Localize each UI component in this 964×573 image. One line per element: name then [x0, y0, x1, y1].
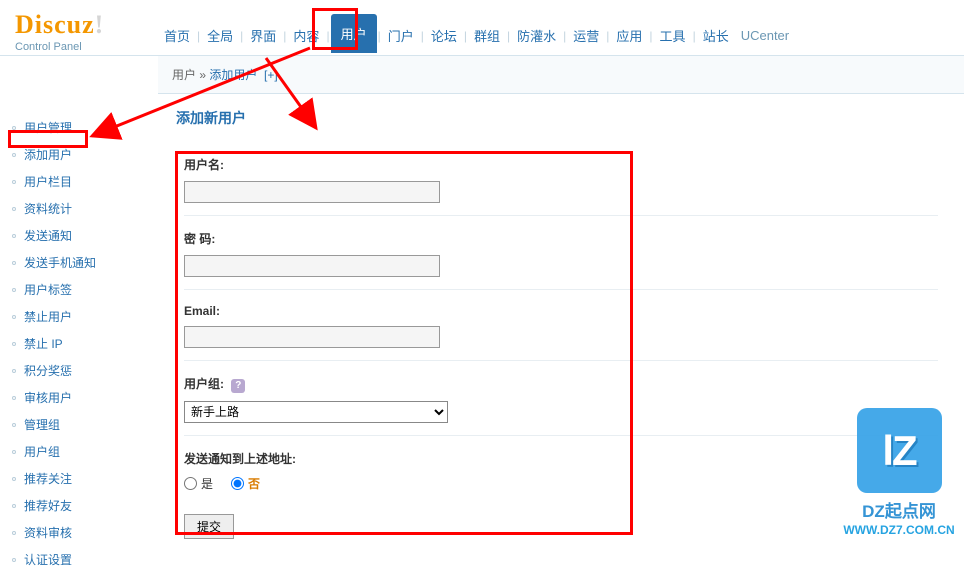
sidebar: 用户管理添加用户用户栏目资料统计发送通知发送手机通知用户标签禁止用户禁止 IP 积… — [0, 94, 158, 573]
email-label: Email: — [184, 304, 938, 318]
bullet-icon — [12, 558, 16, 562]
sidebar-item-管理组[interactable]: 管理组 — [0, 411, 158, 438]
divider — [184, 215, 938, 216]
logo-punct: ! — [95, 10, 105, 39]
top-nav-站长[interactable]: 站长 — [697, 20, 735, 51]
bullet-icon — [12, 369, 16, 373]
bullet-icon — [12, 477, 16, 481]
bullet-icon — [12, 288, 16, 292]
sidebar-item-label: 管理组 — [24, 416, 60, 433]
sidebar-item-推荐好友[interactable]: 推荐好友 — [0, 492, 158, 519]
bullet-icon — [12, 423, 16, 427]
sidebar-item-发送通知[interactable]: 发送通知 — [0, 222, 158, 249]
submit-button[interactable]: 提交 — [184, 514, 234, 539]
sidebar-item-label: 资料审核 — [24, 524, 72, 541]
sidebar-item-label: 资料统计 — [24, 200, 72, 217]
bullet-icon — [12, 234, 16, 238]
sidebar-item-label: 添加用户 — [24, 146, 72, 163]
sidebar-item-label: 审核用户 — [24, 389, 72, 406]
bullet-icon — [12, 261, 16, 265]
notify-yes-radio[interactable] — [184, 477, 197, 490]
sidebar-item-label: 用户栏目 — [24, 173, 72, 190]
bullet-icon — [12, 207, 16, 211]
top-nav-用户[interactable]: 用户 — [331, 14, 377, 53]
sidebar-item-label: 禁止 IP — [24, 335, 63, 352]
logo-subtitle: Control Panel — [15, 41, 104, 53]
top-nav-ucenter[interactable]: UCenter — [741, 28, 789, 43]
sidebar-item-禁止用户[interactable]: 禁止用户 — [0, 303, 158, 330]
sidebar-item-label: 推荐关注 — [24, 470, 72, 487]
bullet-icon — [12, 315, 16, 319]
sidebar-item-推荐关注[interactable]: 推荐关注 — [0, 465, 158, 492]
sidebar-item-认证设置[interactable]: 认证设置 — [0, 546, 158, 573]
sidebar-item-资料统计[interactable]: 资料统计 — [0, 195, 158, 222]
watermark-logo: lZ — [882, 427, 915, 475]
notify-label: 发送通知到上述地址: — [184, 450, 938, 467]
logo-text: Discuz — [15, 10, 95, 39]
email-input[interactable] — [184, 326, 440, 348]
sidebar-item-label: 用户管理 — [24, 119, 72, 136]
divider — [184, 360, 938, 361]
notify-yes-option[interactable]: 是 — [184, 475, 213, 492]
bullet-icon — [12, 342, 16, 346]
top-nav-全局[interactable]: 全局 — [201, 20, 239, 51]
breadcrumb: 用户 » 添加用户 [+] — [158, 56, 964, 94]
help-icon[interactable]: ? — [231, 379, 245, 393]
notify-no-radio[interactable] — [231, 477, 244, 490]
watermark-url: WWW.DZ7.COM.CN — [843, 523, 954, 537]
usergroup-select[interactable]: 新手上路 — [184, 401, 448, 423]
sidebar-item-label: 推荐好友 — [24, 497, 72, 514]
sidebar-item-资料审核[interactable]: 资料审核 — [0, 519, 158, 546]
top-nav-防灌水[interactable]: 防灌水 — [511, 20, 562, 51]
section-title: 添加新用户 — [172, 108, 950, 128]
bullet-icon — [12, 504, 16, 508]
bullet-icon — [12, 180, 16, 184]
username-input[interactable] — [184, 181, 440, 203]
bullet-icon — [12, 396, 16, 400]
sidebar-item-label: 用户标签 — [24, 281, 72, 298]
notify-no-option[interactable]: 否 — [231, 475, 260, 492]
sidebar-item-审核用户[interactable]: 审核用户 — [0, 384, 158, 411]
logo: Discuz! Control Panel — [15, 10, 104, 53]
sidebar-item-label: 积分奖惩 — [24, 362, 72, 379]
sidebar-item-label: 认证设置 — [24, 551, 72, 568]
breadcrumb-current[interactable]: 添加用户 — [209, 68, 257, 82]
top-nav-内容[interactable]: 内容 — [287, 20, 325, 51]
top-nav-应用[interactable]: 应用 — [610, 20, 648, 51]
sidebar-item-label: 发送通知 — [24, 227, 72, 244]
sidebar-item-label: 用户组 — [24, 443, 60, 460]
sidebar-item-label: 发送手机通知 — [24, 254, 96, 271]
sidebar-item-用户标签[interactable]: 用户标签 — [0, 276, 158, 303]
breadcrumb-expand[interactable]: [+] — [264, 68, 278, 82]
username-label: 用户名: — [184, 156, 938, 173]
sidebar-item-积分奖惩[interactable]: 积分奖惩 — [0, 357, 158, 384]
breadcrumb-root[interactable]: 用户 — [172, 68, 196, 82]
divider — [184, 289, 938, 290]
top-nav-运营[interactable]: 运营 — [567, 20, 605, 51]
sidebar-item-用户栏目[interactable]: 用户栏目 — [0, 168, 158, 195]
top-nav-工具[interactable]: 工具 — [654, 20, 692, 51]
bullet-icon — [12, 531, 16, 535]
top-nav-门户[interactable]: 门户 — [382, 20, 420, 51]
watermark-text: DZ起点网 — [862, 497, 936, 522]
top-nav-论坛[interactable]: 论坛 — [425, 20, 463, 51]
watermark: lZ DZ起点网 WWW.DZ7.COM.CN — [834, 397, 964, 537]
top-nav-首页[interactable]: 首页 — [158, 20, 196, 51]
sidebar-item-label: 禁止用户 — [24, 308, 72, 325]
divider — [184, 435, 938, 436]
sidebar-item-添加用户[interactable]: 添加用户 — [0, 141, 158, 168]
bullet-icon — [12, 153, 16, 157]
bullet-icon — [12, 450, 16, 454]
sidebar-item-用户组[interactable]: 用户组 — [0, 438, 158, 465]
top-nav-界面[interactable]: 界面 — [244, 20, 282, 51]
top-nav-群组[interactable]: 群组 — [468, 20, 506, 51]
password-label: 密 码: — [184, 230, 938, 247]
usergroup-label: 用户组: ? — [184, 375, 938, 393]
top-nav: 首页|全局|界面|内容|用户|门户|论坛|群组|防灌水|运营|应用|工具|站长U… — [158, 18, 789, 53]
sidebar-item-发送手机通知[interactable]: 发送手机通知 — [0, 249, 158, 276]
sidebar-item-禁止 IP[interactable]: 禁止 IP — [0, 330, 158, 357]
password-input[interactable] — [184, 255, 440, 277]
bullet-icon — [12, 126, 16, 130]
sidebar-item-用户管理[interactable]: 用户管理 — [0, 114, 158, 141]
